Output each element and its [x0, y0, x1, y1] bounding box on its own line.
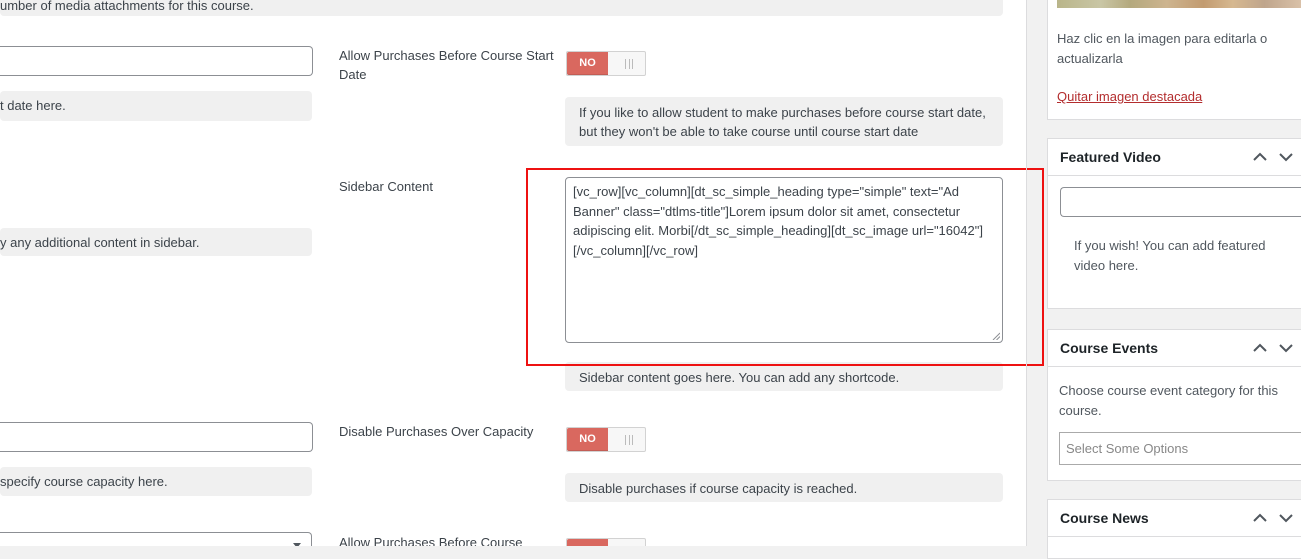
- course-news-header[interactable]: Course News: [1048, 500, 1301, 537]
- toggle-no-label: NO: [567, 52, 608, 75]
- capacity-help-text: specify course capacity here.: [0, 474, 168, 489]
- featured-video-header[interactable]: Featured Video: [1048, 139, 1301, 176]
- chevron-down-icon[interactable]: [1278, 342, 1294, 354]
- highlight-box: [526, 168, 1044, 366]
- disable-purchases-help-text: Disable purchases if course capacity is …: [579, 481, 858, 496]
- course-news-box: Course News: [1047, 499, 1301, 559]
- featured-video-box: Featured Video: [1047, 138, 1301, 309]
- disable-purchases-toggle[interactable]: NO: [566, 427, 646, 452]
- allow-purchases-label: Allow Purchases Before Course Start Date: [339, 48, 554, 82]
- media-attachments-help-text: umber of media attachments for this cour…: [0, 0, 254, 13]
- course-events-help: Choose course event category for this co…: [1059, 383, 1278, 418]
- sidebar-content-help: Sidebar content goes here. You can add a…: [565, 362, 1003, 391]
- column-divider: [1026, 0, 1027, 546]
- course-events-select-placeholder: Select Some Options: [1066, 441, 1189, 456]
- additional-content-help: y any additional content in sidebar.: [0, 228, 312, 256]
- allow-purchases-label-2: Allow Purchases Before Course: [339, 535, 523, 546]
- allow-purchases-help: If you like to allow student to make pur…: [565, 97, 1003, 146]
- featured-video-help: If you wish! You can add featured video …: [1074, 238, 1266, 273]
- allow-purchases-toggle-2[interactable]: [566, 538, 646, 546]
- featured-video-title: Featured Video: [1060, 149, 1161, 165]
- course-capacity-input[interactable]: [0, 422, 313, 452]
- toggle-no-label: NO: [567, 428, 608, 451]
- chevron-up-icon[interactable]: [1252, 512, 1268, 524]
- additional-content-help-text: y any additional content in sidebar.: [0, 235, 200, 250]
- course-events-header[interactable]: Course Events: [1048, 330, 1301, 367]
- capacity-help: specify course capacity here.: [0, 467, 312, 496]
- course-select-dropdown[interactable]: [0, 532, 312, 546]
- start-date-help-text: t date here.: [0, 98, 66, 113]
- course-start-date-input[interactable]: [0, 46, 313, 76]
- allow-purchases-toggle[interactable]: NO: [566, 51, 646, 76]
- featured-video-input[interactable]: [1060, 187, 1301, 217]
- chevron-up-icon[interactable]: [1252, 151, 1268, 163]
- course-events-select[interactable]: Select Some Options: [1059, 432, 1301, 465]
- chevron-up-icon[interactable]: [1252, 342, 1268, 354]
- featured-image-help: Haz clic en la imagen para editarla o ac…: [1057, 31, 1268, 66]
- disable-purchases-help: Disable purchases if course capacity is …: [565, 473, 1003, 502]
- chevron-down-icon[interactable]: [1278, 151, 1294, 163]
- start-date-help: t date here.: [0, 91, 312, 121]
- course-events-title: Course Events: [1060, 340, 1159, 356]
- media-attachments-help: umber of media attachments for this cour…: [0, 0, 1003, 16]
- chevron-down-icon[interactable]: [1278, 512, 1294, 524]
- remove-featured-image-link[interactable]: Quitar imagen destacada: [1057, 89, 1202, 104]
- featured-image-thumbnail[interactable]: [1057, 0, 1301, 8]
- toggle-no-label: [567, 539, 608, 546]
- sidebar-content-help-text: Sidebar content goes here. You can add a…: [579, 370, 900, 385]
- course-news-title: Course News: [1060, 510, 1149, 526]
- allow-purchases-help-text: If you like to allow student to make pur…: [579, 105, 986, 139]
- disable-purchases-label: Disable Purchases Over Capacity: [339, 424, 534, 439]
- toggle-grip-icon: [625, 59, 633, 69]
- sidebar-content-label: Sidebar Content: [339, 179, 433, 194]
- toggle-grip-icon: [625, 435, 633, 445]
